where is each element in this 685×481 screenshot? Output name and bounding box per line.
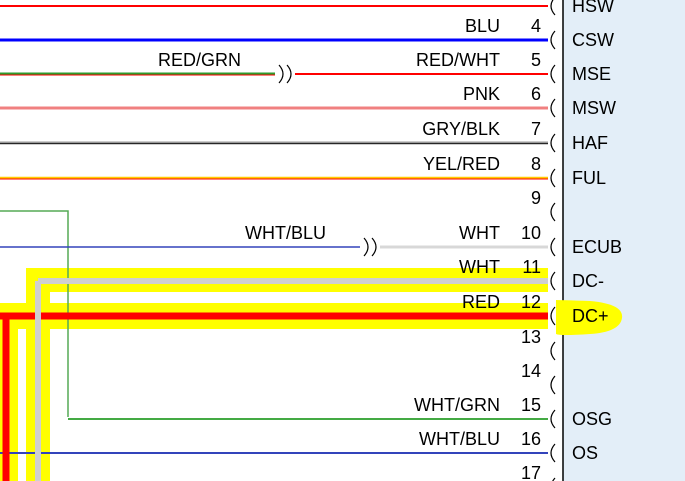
pin-bracket bbox=[550, 133, 556, 153]
pin-bracket bbox=[550, 341, 556, 361]
wire-color-label: GRY/BLK bbox=[422, 119, 500, 139]
inline-connector-icon bbox=[278, 64, 292, 84]
pin-bracket bbox=[550, 202, 556, 222]
pin-layer: HSW 4 CSW BLU 5 MSE RED/GRN RED/WHT 6 MSW PNK 7 HAF G… bbox=[158, 0, 622, 481]
pin-label: ECUB bbox=[572, 237, 622, 257]
pin-bracket bbox=[550, 64, 556, 84]
pin-label: CSW bbox=[572, 30, 614, 50]
pin-bracket bbox=[550, 443, 556, 463]
pin-label: FUL bbox=[572, 168, 606, 188]
pin-number: 4 bbox=[531, 16, 541, 36]
pin-bracket bbox=[550, 98, 556, 118]
pin-label: MSW bbox=[572, 98, 616, 118]
pin-label: OSG bbox=[572, 409, 612, 429]
pin-row-14: 14 bbox=[521, 361, 556, 395]
wire-color-label: WHT bbox=[459, 257, 500, 277]
pin-number: 8 bbox=[531, 154, 541, 174]
wire-color-label: YEL/RED bbox=[423, 154, 500, 174]
pin-bracket bbox=[550, 306, 556, 326]
pin-number: 10 bbox=[521, 223, 541, 243]
pin-number: 7 bbox=[531, 119, 541, 139]
pin-number: 13 bbox=[521, 327, 541, 347]
pin-number: 11 bbox=[522, 257, 541, 277]
wire-color-label-near: WHT/BLU bbox=[245, 223, 326, 243]
pin-label: HAF bbox=[572, 133, 608, 153]
pin-bracket bbox=[550, 237, 556, 257]
wiring-diagram: HSW 4 CSW BLU 5 MSE RED/GRN RED/WHT 6 MSW PNK 7 HAF G… bbox=[0, 0, 685, 481]
pin-row-9: 9 bbox=[531, 188, 556, 222]
pin-number: 6 bbox=[531, 84, 541, 104]
pin-row-5: 5 MSE RED/GRN RED/WHT bbox=[158, 50, 611, 84]
pin-row-17: 17 bbox=[521, 463, 556, 481]
pin-label: HSW bbox=[572, 0, 614, 16]
pin-number: 15 bbox=[521, 395, 541, 415]
pin-bracket bbox=[550, 375, 556, 395]
wire-color-label-near: RED/GRN bbox=[158, 50, 241, 70]
pin-number: 12 bbox=[521, 292, 541, 312]
pin-label: DC- bbox=[572, 271, 604, 291]
pin-row-top: HSW bbox=[550, 0, 614, 16]
wire-color-label: WHT/BLU bbox=[419, 429, 500, 449]
pin-number: 5 bbox=[531, 50, 541, 70]
wire-color-label: PNK bbox=[463, 84, 500, 104]
pin-bracket bbox=[550, 30, 556, 50]
pin-bracket bbox=[550, 271, 556, 291]
wire-color-label: RED bbox=[462, 292, 500, 312]
pin-bracket bbox=[550, 0, 556, 16]
wire-color-label: BLU bbox=[465, 16, 500, 36]
pin-bracket bbox=[550, 409, 556, 429]
pin-number: 16 bbox=[521, 429, 541, 449]
pin-number: 14 bbox=[521, 361, 541, 381]
pin-number: 17 bbox=[521, 463, 541, 481]
wire-color-label: WHT bbox=[459, 223, 500, 243]
wire-color-label: RED/WHT bbox=[416, 50, 500, 70]
pin-label: DC+ bbox=[572, 306, 609, 326]
pin-bracket bbox=[550, 168, 556, 188]
pin-number: 9 bbox=[531, 188, 541, 208]
pin-row-13: 13 bbox=[521, 327, 556, 361]
pin-label: OS bbox=[572, 443, 598, 463]
inline-connector-icon bbox=[363, 237, 377, 257]
pin-label: MSE bbox=[572, 64, 611, 84]
wire-color-label: WHT/GRN bbox=[414, 395, 500, 415]
